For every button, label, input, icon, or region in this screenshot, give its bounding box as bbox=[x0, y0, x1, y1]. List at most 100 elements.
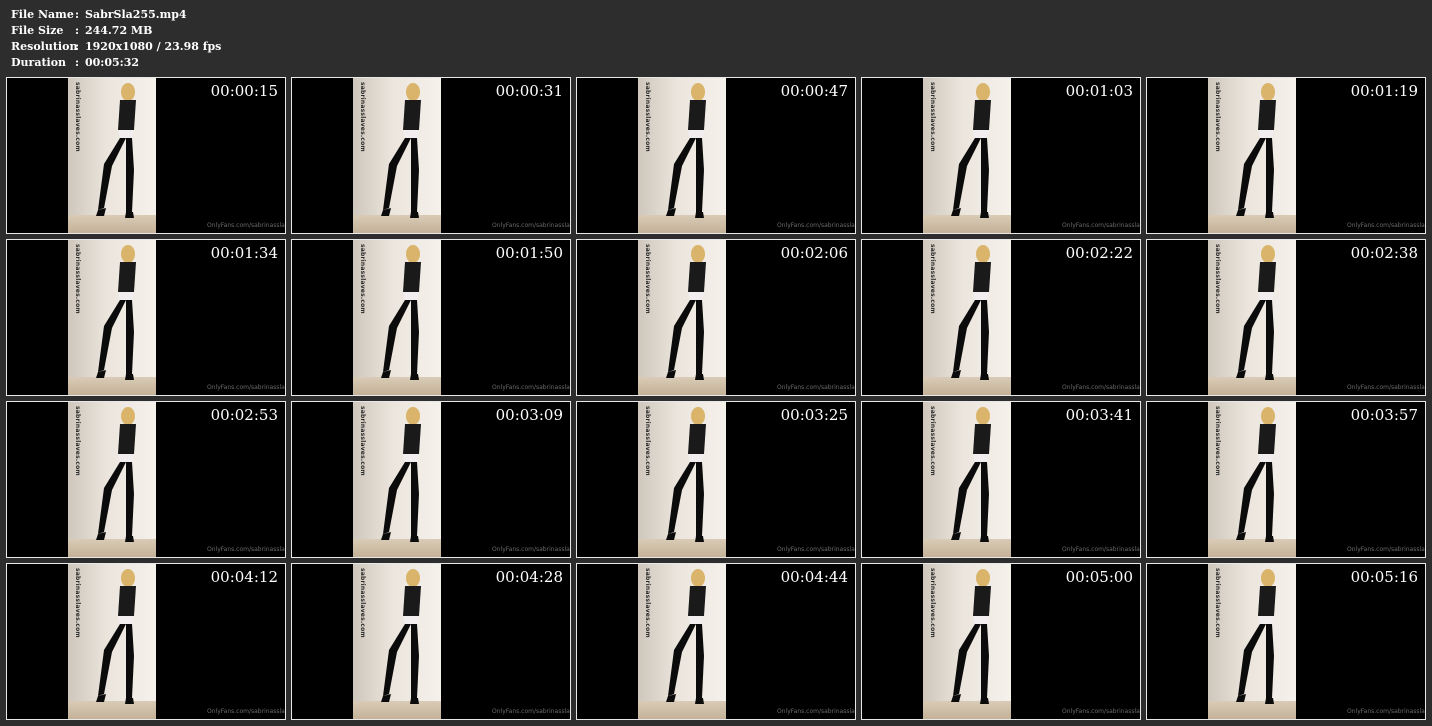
file-info-panel: File Name : SabrSla255.mp4 File Size : 2… bbox=[11, 7, 221, 71]
video-frame: sabrinasslaves.com bbox=[1208, 402, 1296, 557]
timestamp: 00:00:15 bbox=[210, 82, 278, 100]
thumbnail-grid: sabrinasslaves.com 00:00:15 OnlyFans.com/s… bbox=[6, 77, 1426, 720]
timestamp: 00:05:16 bbox=[1350, 568, 1418, 586]
video-frame: sabrinasslaves.com bbox=[1208, 78, 1296, 233]
timestamp: 00:01:03 bbox=[1065, 82, 1133, 100]
watermark-text: sabrinasslaves.com bbox=[644, 568, 651, 638]
overlay-text: OnlyFans.com/sabrinasslaves bbox=[207, 546, 285, 553]
watermark-text: sabrinasslaves.com bbox=[74, 406, 81, 476]
overlay-text: OnlyFans.com/sabrinasslaves bbox=[777, 708, 855, 715]
overlay-text: OnlyFans.com/sabrinasslaves bbox=[207, 708, 285, 715]
thumbnail-tile: sabrinasslaves.com 00:02:06 OnlyFans.com/s… bbox=[576, 239, 856, 396]
overlay-text: OnlyFans.com/sabrinasslaves bbox=[492, 546, 570, 553]
info-colon: : bbox=[75, 24, 80, 37]
thumbnail-tile: sabrinasslaves.com 00:01:03 OnlyFans.com/s… bbox=[861, 77, 1141, 234]
info-row-resolution: Resolution : 1920x1080 / 23.98 fps bbox=[11, 39, 221, 55]
overlay-text: OnlyFans.com/sabrinasslaves bbox=[1062, 546, 1140, 553]
overlay-text: OnlyFans.com/sabrinasslaves bbox=[492, 708, 570, 715]
thumbnail-tile: sabrinasslaves.com 00:02:53 OnlyFans.com/s… bbox=[6, 401, 286, 558]
video-frame: sabrinasslaves.com bbox=[68, 240, 156, 395]
thumbnail-tile: sabrinasslaves.com 00:01:19 OnlyFans.com/s… bbox=[1146, 77, 1426, 234]
timestamp: 00:01:34 bbox=[210, 244, 278, 262]
info-value: 00:05:32 bbox=[85, 56, 140, 69]
overlay-text: OnlyFans.com/sabrinasslaves bbox=[777, 222, 855, 229]
timestamp: 00:02:22 bbox=[1065, 244, 1133, 262]
timestamp: 00:04:28 bbox=[495, 568, 563, 586]
video-frame: sabrinasslaves.com bbox=[638, 564, 726, 719]
overlay-text: OnlyFans.com/sabrinasslaves bbox=[1062, 384, 1140, 391]
timestamp: 00:01:50 bbox=[495, 244, 563, 262]
video-frame: sabrinasslaves.com bbox=[638, 402, 726, 557]
video-frame: sabrinasslaves.com bbox=[1208, 240, 1296, 395]
video-frame: sabrinasslaves.com bbox=[68, 402, 156, 557]
watermark-text: sabrinasslaves.com bbox=[929, 244, 936, 314]
video-frame: sabrinasslaves.com bbox=[1208, 564, 1296, 719]
watermark-text: sabrinasslaves.com bbox=[1214, 568, 1221, 638]
overlay-text: OnlyFans.com/sabrinasslaves bbox=[207, 222, 285, 229]
timestamp: 00:03:09 bbox=[495, 406, 563, 424]
thumbnail-tile: sabrinasslaves.com 00:00:31 OnlyFans.com/s… bbox=[291, 77, 571, 234]
video-frame: sabrinasslaves.com bbox=[923, 78, 1011, 233]
overlay-text: OnlyFans.com/sabrinasslaves bbox=[1347, 708, 1425, 715]
video-frame: sabrinasslaves.com bbox=[923, 402, 1011, 557]
watermark-text: sabrinasslaves.com bbox=[359, 82, 366, 152]
watermark-text: sabrinasslaves.com bbox=[929, 82, 936, 152]
thumbnail-tile: sabrinasslaves.com 00:04:12 OnlyFans.com/s… bbox=[6, 563, 286, 720]
overlay-text: OnlyFans.com/sabrinasslaves bbox=[1062, 222, 1140, 229]
watermark-text: sabrinasslaves.com bbox=[74, 568, 81, 638]
video-frame: sabrinasslaves.com bbox=[353, 78, 441, 233]
timestamp: 00:04:12 bbox=[210, 568, 278, 586]
video-frame: sabrinasslaves.com bbox=[923, 564, 1011, 719]
timestamp: 00:00:47 bbox=[780, 82, 848, 100]
video-frame: sabrinasslaves.com bbox=[353, 402, 441, 557]
watermark-text: sabrinasslaves.com bbox=[359, 568, 366, 638]
thumbnail-tile: sabrinasslaves.com 00:03:41 OnlyFans.com/s… bbox=[861, 401, 1141, 558]
video-frame: sabrinasslaves.com bbox=[68, 564, 156, 719]
overlay-text: OnlyFans.com/sabrinasslaves bbox=[1347, 384, 1425, 391]
thumbnail-tile: sabrinasslaves.com 00:03:57 OnlyFans.com/s… bbox=[1146, 401, 1426, 558]
info-colon: : bbox=[75, 8, 80, 21]
info-row-file-name: File Name : SabrSla255.mp4 bbox=[11, 7, 221, 23]
info-label: File Name bbox=[11, 8, 74, 21]
info-value: 1920x1080 / 23.98 fps bbox=[85, 40, 222, 53]
watermark-text: sabrinasslaves.com bbox=[644, 406, 651, 476]
info-label: File Size bbox=[11, 24, 64, 37]
overlay-text: OnlyFans.com/sabrinasslaves bbox=[777, 546, 855, 553]
timestamp: 00:03:41 bbox=[1065, 406, 1133, 424]
overlay-text: OnlyFans.com/sabrinasslaves bbox=[1062, 708, 1140, 715]
thumbnail-tile: sabrinasslaves.com 00:01:34 OnlyFans.com/s… bbox=[6, 239, 286, 396]
thumbnail-tile: sabrinasslaves.com 00:01:50 OnlyFans.com/s… bbox=[291, 239, 571, 396]
thumbnail-tile: sabrinasslaves.com 00:05:16 OnlyFans.com/s… bbox=[1146, 563, 1426, 720]
watermark-text: sabrinasslaves.com bbox=[644, 244, 651, 314]
watermark-text: sabrinasslaves.com bbox=[359, 244, 366, 314]
video-frame: sabrinasslaves.com bbox=[68, 78, 156, 233]
overlay-text: OnlyFans.com/sabrinasslaves bbox=[207, 384, 285, 391]
watermark-text: sabrinasslaves.com bbox=[1214, 82, 1221, 152]
info-row-file-size: File Size : 244.72 MB bbox=[11, 23, 221, 39]
video-frame: sabrinasslaves.com bbox=[923, 240, 1011, 395]
info-value: SabrSla255.mp4 bbox=[85, 8, 187, 21]
video-frame: sabrinasslaves.com bbox=[353, 564, 441, 719]
timestamp: 00:04:44 bbox=[780, 568, 848, 586]
watermark-text: sabrinasslaves.com bbox=[74, 244, 81, 314]
watermark-text: sabrinasslaves.com bbox=[929, 406, 936, 476]
watermark-text: sabrinasslaves.com bbox=[644, 82, 651, 152]
overlay-text: OnlyFans.com/sabrinasslaves bbox=[492, 384, 570, 391]
thumbnail-tile: sabrinasslaves.com 00:04:28 OnlyFans.com/s… bbox=[291, 563, 571, 720]
info-label: Duration bbox=[11, 56, 67, 69]
overlay-text: OnlyFans.com/sabrinasslaves bbox=[492, 222, 570, 229]
watermark-text: sabrinasslaves.com bbox=[1214, 406, 1221, 476]
thumbnail-tile: sabrinasslaves.com 00:04:44 OnlyFans.com/s… bbox=[576, 563, 856, 720]
timestamp: 00:03:57 bbox=[1350, 406, 1418, 424]
timestamp: 00:01:19 bbox=[1350, 82, 1418, 100]
video-frame: sabrinasslaves.com bbox=[638, 78, 726, 233]
video-frame: sabrinasslaves.com bbox=[353, 240, 441, 395]
timestamp: 00:03:25 bbox=[780, 406, 848, 424]
watermark-text: sabrinasslaves.com bbox=[74, 82, 81, 152]
video-frame: sabrinasslaves.com bbox=[638, 240, 726, 395]
overlay-text: OnlyFans.com/sabrinasslaves bbox=[1347, 222, 1425, 229]
timestamp: 00:05:00 bbox=[1065, 568, 1133, 586]
info-colon: : bbox=[75, 56, 80, 69]
thumbnail-tile: sabrinasslaves.com 00:00:47 OnlyFans.com/s… bbox=[576, 77, 856, 234]
timestamp: 00:02:53 bbox=[210, 406, 278, 424]
